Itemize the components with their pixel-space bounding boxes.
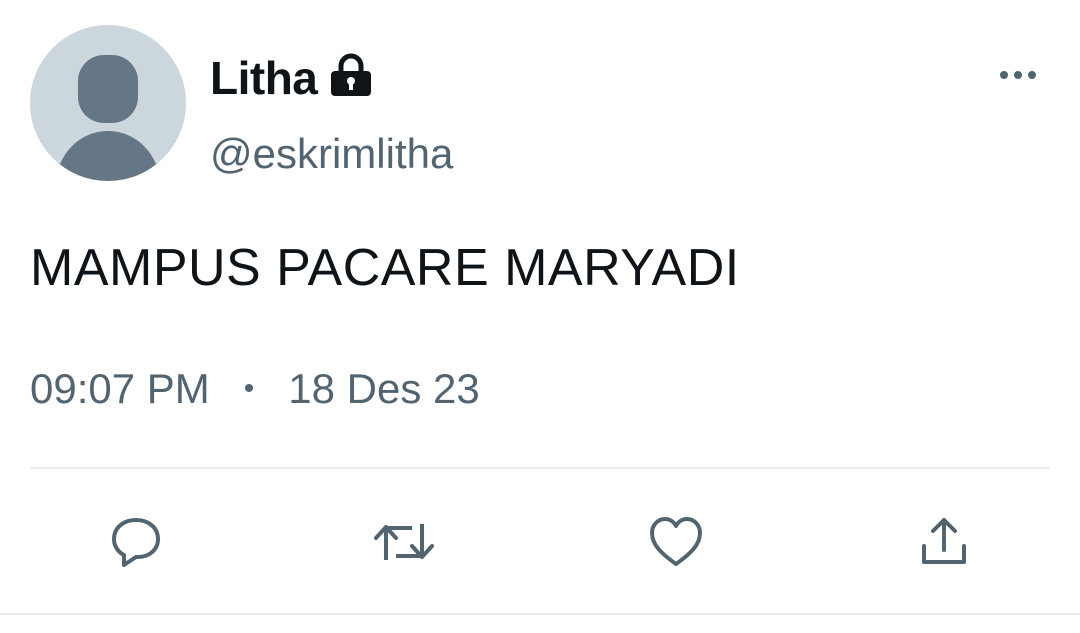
- share-icon: [922, 518, 966, 564]
- meta-separator: •: [243, 372, 255, 405]
- tweet-meta: 09:07 PM • 18 Des 23: [30, 362, 480, 416]
- like-button[interactable]: [644, 510, 708, 574]
- tweet-time[interactable]: 09:07 PM: [30, 362, 210, 416]
- retweet-button[interactable]: [372, 510, 436, 574]
- reply-button[interactable]: [104, 510, 168, 574]
- tweet-date[interactable]: 18 Des 23: [288, 362, 479, 416]
- more-icon[interactable]: [994, 60, 1042, 90]
- retweet-icon: [374, 524, 434, 560]
- share-button[interactable]: [912, 510, 976, 574]
- reply-icon: [112, 518, 160, 567]
- divider: [30, 467, 1050, 469]
- avatar[interactable]: [30, 25, 186, 181]
- heart-icon: [650, 517, 702, 566]
- tweet-text: MAMPUS PACARE MARYADI: [30, 239, 740, 297]
- tweet-card: Litha @eskrimlitha MAMPUS PACARE MARYADI…: [0, 0, 1080, 633]
- display-name[interactable]: Litha: [210, 50, 318, 106]
- default-avatar-icon: [56, 55, 160, 181]
- lock-icon: [327, 52, 375, 98]
- display-name-row: Litha: [210, 50, 375, 106]
- bottom-divider: [0, 613, 1080, 615]
- user-handle[interactable]: @eskrimlitha: [210, 128, 453, 180]
